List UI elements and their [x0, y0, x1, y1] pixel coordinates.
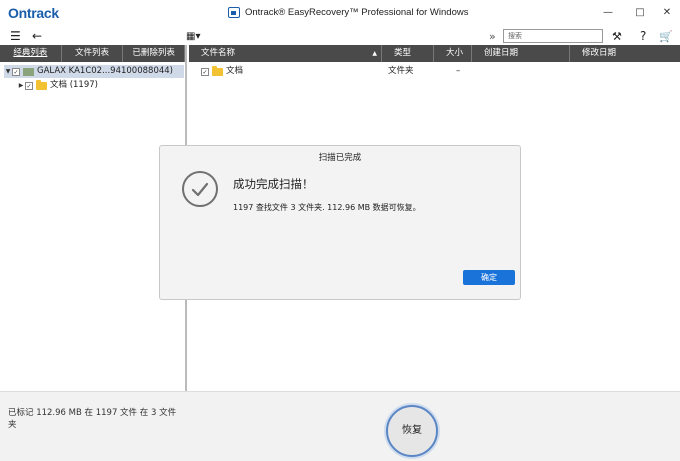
checkbox-row[interactable]: ✓ — [201, 67, 209, 76]
window-title-text: Ontrack® EasyRecovery™ Professional for … — [245, 7, 469, 18]
double-chevron-icon[interactable]: » — [489, 28, 496, 45]
wrench-icon[interactable]: ⚒ — [612, 28, 622, 45]
tab-classic-list[interactable]: 经典列表 — [0, 45, 62, 62]
row-type: 文件夹 — [388, 66, 414, 76]
tab-deleted-list[interactable]: 已删除列表 — [123, 45, 186, 62]
question-icon[interactable]: ? — [640, 28, 646, 45]
collapse-caret-icon[interactable]: ▶ — [17, 79, 25, 92]
status-text: 已标记 112.96 MB 在 1197 文件 在 3 文件夹 — [8, 408, 177, 430]
bottom-bar: 已标记 112.96 MB 在 1197 文件 在 3 文件夹 恢复 — [0, 391, 680, 461]
minimize-icon[interactable]: — — [601, 6, 615, 20]
column-header-name[interactable]: 文件名称 ▲ — [189, 45, 382, 62]
tree-item-label: GALAX KA1C02...94100088044) — [37, 66, 173, 76]
column-header-created[interactable]: 创建日期 — [472, 45, 570, 62]
column-header-type[interactable]: 类型 — [382, 45, 434, 62]
folder-icon — [36, 79, 47, 90]
row-name: 文档 — [226, 66, 244, 76]
maximize-icon[interactable]: □ — [633, 6, 647, 20]
brand-logo: Ontrack — [8, 5, 59, 21]
table-row[interactable]: ✓ 文档 文件夹 – — [201, 65, 671, 78]
folder-icon — [212, 65, 223, 76]
expand-caret-icon[interactable]: ▼ — [4, 65, 12, 78]
toolbar: ☰ ← ▦▾ » 搜索 ⚒ ? 🛒 — [0, 28, 680, 45]
row-size: – — [456, 66, 461, 76]
back-arrow-icon[interactable]: ← — [32, 28, 42, 45]
window-title: Ontrack® EasyRecovery™ Professional for … — [228, 7, 468, 18]
app-icon — [228, 7, 240, 18]
check-circle-icon — [182, 171, 218, 207]
dialog-message: 1197 查找文件 3 文件夹. 112.96 MB 数据可恢复。 — [233, 203, 421, 212]
grid-view-icon[interactable]: ▦▾ — [186, 28, 200, 45]
ok-button[interactable]: 确定 — [463, 270, 515, 285]
recover-button[interactable]: 恢复 — [386, 405, 438, 457]
search-input[interactable]: 搜索 — [503, 29, 603, 43]
cart-icon[interactable]: 🛒 — [659, 28, 673, 45]
file-list-header: 文件名称 ▲ 类型 大小 创建日期 修改日期 — [189, 45, 680, 62]
tree-item-drive[interactable]: ▼ ✓ GALAX KA1C02...94100088044) — [4, 65, 184, 78]
hamburger-icon[interactable]: ☰ — [10, 28, 21, 45]
checkbox-documents[interactable]: ✓ — [25, 81, 33, 90]
dialog-title: 扫描已完成 — [318, 153, 362, 163]
column-header-modified[interactable]: 修改日期 — [570, 45, 680, 62]
drive-icon — [23, 67, 34, 76]
column-header-size[interactable]: 大小 — [434, 45, 472, 62]
tree-item-label: 文档 (1197) — [50, 80, 98, 90]
scan-complete-dialog: 扫描已完成 成功完成扫描！ 1197 查找文件 3 文件夹. 112.96 MB… — [159, 145, 521, 300]
dialog-heading: 成功完成扫描！ — [233, 177, 314, 191]
checkbox-drive[interactable]: ✓ — [12, 67, 20, 76]
close-icon[interactable]: ✕ — [660, 6, 674, 20]
title-bar: Ontrack Ontrack® EasyRecovery™ Professio… — [0, 0, 680, 28]
sort-up-icon[interactable]: ▲ — [372, 45, 377, 62]
tab-file-list[interactable]: 文件列表 — [62, 45, 124, 62]
left-panel-tabs: 经典列表 文件列表 已删除列表 — [0, 45, 186, 62]
tree-item-documents[interactable]: ▶ ✓ 文档 (1197) — [17, 79, 98, 92]
